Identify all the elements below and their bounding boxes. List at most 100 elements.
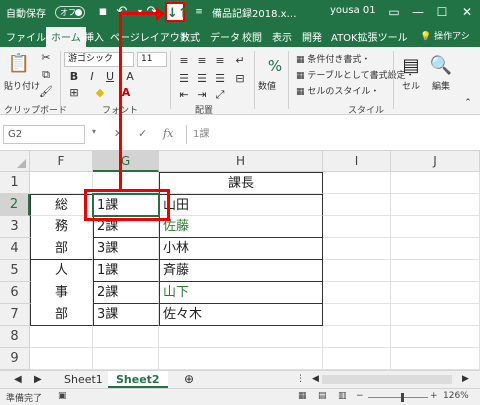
column-header-j[interactable]: J (391, 151, 480, 172)
tab-developer[interactable]: 開発 (302, 29, 322, 44)
tab-insert[interactable]: 挿入 (84, 29, 104, 44)
row-header-7[interactable]: 7 (0, 304, 30, 326)
row-header-5[interactable]: 5 (0, 260, 30, 282)
tab-view[interactable]: 表示 (272, 29, 292, 44)
conditional-format-button[interactable]: ▦ 条件付き書式・ (296, 52, 370, 65)
sheet-nav-next-icon[interactable]: ▶ (26, 371, 50, 388)
align-right-icon[interactable]: ☰ (212, 71, 228, 87)
zoom-level[interactable]: 126% (443, 391, 469, 401)
enter-icon[interactable]: ✓ (138, 127, 147, 140)
cell-h3[interactable]: 佐藤 (159, 216, 323, 238)
cell-j2[interactable] (391, 194, 480, 216)
cells-icon[interactable]: ▤ (398, 53, 424, 79)
cell-i2[interactable] (323, 194, 391, 216)
cell-i7[interactable] (323, 304, 391, 326)
number-format-icon[interactable]: % (262, 53, 288, 79)
collapse-ribbon-icon[interactable]: ⌃ (460, 95, 476, 111)
merge-icon[interactable]: ⊟ (232, 71, 248, 87)
cell-g6[interactable]: 2課 (93, 282, 159, 304)
fill-color-icon[interactable]: ◆ (92, 85, 108, 101)
cell-h5[interactable]: 斉藤 (159, 260, 323, 282)
cell-h4[interactable]: 小林 (159, 238, 323, 260)
format-as-table-button[interactable]: ▦ テーブルとして書式設定・ (296, 68, 415, 81)
autosave-toggle[interactable]: オフ (55, 6, 85, 19)
cell-i9[interactable] (323, 348, 391, 370)
cell-f2[interactable]: 総 (30, 194, 93, 216)
cell-f3[interactable]: 務 (30, 216, 93, 238)
zoom-slider-thumb[interactable] (401, 393, 404, 402)
page-break-view-icon[interactable]: ▥ (338, 391, 347, 401)
insert-function-icon[interactable]: fx (163, 127, 173, 140)
tab-file[interactable]: ファイル (6, 29, 46, 44)
cell-j6[interactable] (391, 282, 480, 304)
cell-f8[interactable] (30, 326, 93, 348)
align-middle-icon[interactable]: ≡ (194, 53, 210, 69)
row-header-6[interactable]: 6 (0, 282, 30, 304)
cell-g9[interactable] (93, 348, 159, 370)
font-size-select[interactable]: 11 (137, 52, 167, 67)
format-painter-icon[interactable]: 🖌 (38, 84, 54, 100)
cell-h9[interactable] (159, 348, 323, 370)
tell-me-search[interactable]: 💡 操作アシ (420, 29, 470, 42)
row-header-2[interactable]: 2 (0, 194, 30, 216)
namebox-dropdown-icon[interactable]: ▾ (92, 127, 96, 136)
zoom-slider[interactable] (368, 397, 428, 398)
ribbon-display-icon[interactable]: ▭ (383, 2, 405, 22)
paste-icon[interactable]: 📋 (6, 51, 32, 77)
macro-record-icon[interactable]: ▣ (58, 391, 67, 401)
decrease-indent-icon[interactable]: ⇤ (176, 87, 192, 103)
row-header-8[interactable]: 8 (0, 326, 30, 348)
cell-g7[interactable]: 3課 (93, 304, 159, 326)
sort-icon[interactable]: ↓↑ (165, 2, 189, 22)
row-header-3[interactable]: 3 (0, 216, 30, 238)
cut-icon[interactable]: ✂ (38, 50, 54, 66)
increase-indent-icon[interactable]: ⇥ (194, 87, 210, 103)
cell-i6[interactable] (323, 282, 391, 304)
cell-g2[interactable]: 1課 (93, 194, 159, 216)
align-center-icon[interactable]: ☰ (194, 71, 210, 87)
align-top-icon[interactable]: ≡ (176, 53, 192, 69)
sheet-tab-sheet1[interactable]: Sheet1 (56, 371, 111, 388)
close-button[interactable]: ✕ (456, 2, 478, 22)
select-all-corner[interactable] (0, 151, 30, 172)
cell-h7[interactable]: 佐々木 (159, 304, 323, 326)
underline-icon[interactable]: U (102, 69, 118, 85)
cell-j8[interactable] (391, 326, 480, 348)
cell-h2[interactable]: 山田 (159, 194, 323, 216)
row-header-4[interactable]: 4 (0, 238, 30, 260)
tab-formulas[interactable]: 数式 (180, 29, 200, 44)
cell-j7[interactable] (391, 304, 480, 326)
cell-j1[interactable] (391, 172, 480, 194)
cell-h1[interactable]: 課長 (159, 172, 323, 194)
row-header-9[interactable]: 9 (0, 348, 30, 370)
cell-g1[interactable] (93, 172, 159, 194)
hscroll-right-icon[interactable]: ▶ (454, 371, 477, 388)
cell-g4[interactable]: 3課 (93, 238, 159, 260)
minimize-button[interactable]: — (407, 2, 429, 22)
cell-f9[interactable] (30, 348, 93, 370)
copy-icon[interactable]: ⧉ (38, 67, 54, 83)
editing-icon[interactable]: 🔍 (428, 53, 454, 79)
italic-icon[interactable]: I (84, 69, 100, 85)
cell-g5[interactable]: 1課 (93, 260, 159, 282)
cell-i5[interactable] (323, 260, 391, 282)
cell-f7[interactable]: 部 (30, 304, 93, 326)
cell-j9[interactable] (391, 348, 480, 370)
name-box[interactable]: G2 (3, 125, 85, 144)
orientation-icon[interactable]: ⤢ (212, 87, 228, 103)
cell-g3[interactable]: 2課 (93, 216, 159, 238)
tab-review[interactable]: 校閲 (242, 29, 262, 44)
customize-toolbar-icon[interactable]: ≡ (190, 3, 208, 21)
row-header-1[interactable]: 1 (0, 172, 30, 194)
cell-i8[interactable] (323, 326, 391, 348)
worksheet-grid[interactable]: F G H I J 1 2 3 4 5 6 7 8 9 課長 総 1課 山田 務… (0, 151, 480, 370)
page-layout-view-icon[interactable]: ▤ (318, 391, 327, 401)
cell-i1[interactable] (323, 172, 391, 194)
cell-styles-button[interactable]: ▦ セルのスタイル・ (296, 84, 379, 97)
column-header-i[interactable]: I (323, 151, 391, 172)
cell-i4[interactable] (323, 238, 391, 260)
tab-home[interactable]: ホーム (46, 27, 86, 48)
font-name-select[interactable]: 游ゴシック (64, 52, 134, 67)
font-grow-icon[interactable]: A (122, 69, 138, 85)
cell-i3[interactable] (323, 216, 391, 238)
